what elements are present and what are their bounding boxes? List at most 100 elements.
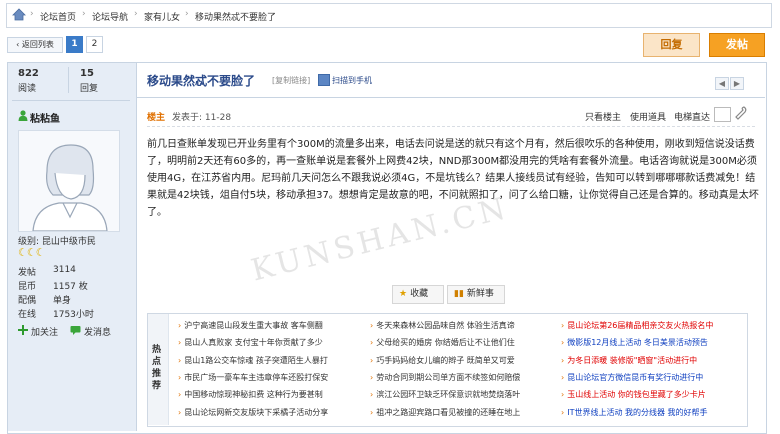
hot-link-1-4[interactable]: › 市民广场一豪车车主违章停车还殴打保安 [178,372,366,383]
bullet-arrow-icon: › [370,390,374,400]
bullet-arrow-icon: › [561,321,565,330]
copy-link[interactable]: [复制链接] [272,75,310,86]
bullet-arrow-icon: › [178,321,182,330]
crumb-forum-nav[interactable]: 论坛导航 [92,10,128,23]
hot-link-text: 昆山论坛官方微信昆币有奖行动进行中 [567,372,704,382]
hot-link-3-5[interactable]: › 玉山线上活动 你的钱包里藏了多少卡片 [561,389,745,400]
hot-link-3-3[interactable]: › 为冬日添暖 装修版"晒窗"活动进行中 [561,355,745,366]
hot-link-text: 父母给买的婚房 你结婚后让不让他们住 [376,338,515,348]
floor-number-input[interactable] [714,107,731,122]
bullet-arrow-icon: › [178,355,182,365]
info-label-coins: 昆币 [18,282,37,292]
hot-link-2-1[interactable]: › 冬天来森林公园品味自然 体验生活真谛 [370,320,558,331]
hot-link-2-2[interactable]: › 父母给买的婚房 你结婚后让不让他们住 [370,337,558,348]
online-user-icon [18,110,28,121]
crumb-sep: › [185,9,189,19]
hot-link-text: 昆山论坛网新交友版块下采橘子活动分享 [184,407,329,417]
home-icon[interactable] [12,8,26,21]
meta-divider [147,126,755,127]
info-value-online: 1753小时 [53,310,94,320]
hot-link-3-4[interactable]: › 昆山论坛官方微信昆币有奖行动进行中 [561,372,745,383]
author-name[interactable]: 粘粘鱼 [30,110,60,125]
info-value-posts: 3114 [53,265,76,275]
reply-button[interactable]: 回复 [643,33,700,57]
info-value-coins: 1157 枚 [53,282,88,292]
hot-link-text: 昆山论坛第26届精品相亲交友火热报名中 [567,321,714,330]
hot-link-text: IT世界线上活动 我的分线器 我的好帮手 [567,407,708,417]
bullet-arrow-icon: › [370,407,374,417]
hot-link-text: 玉山线上活动 你的钱包里藏了多少卡片 [567,390,706,400]
hot-link-text: 劳动合同到期公司单方面不续签如何赔偿 [376,372,521,382]
message-icon [70,325,81,335]
new-post-button[interactable]: 发帖 [709,33,765,57]
bullet-arrow-icon: › [561,407,565,417]
floor-label: 楼主 [147,113,166,123]
page-1-button[interactable]: 1 [66,36,83,53]
bullet-arrow-icon: › [178,372,182,382]
bullet-arrow-icon: › [370,355,374,365]
use-tool-link[interactable]: 使用道具 [630,110,666,123]
hot-link-1-2[interactable]: › 昆山人真败家 支付宝十年你贡献了多少 [178,337,366,348]
hot-link-1-3[interactable]: › 昆山1路公交车惊魂 孩子突遭陌生人暴打 [178,355,366,366]
hot-link-1-5[interactable]: › 中国移动惊现神秘扣费 这种行为要甚制 [178,389,366,400]
qr-code-icon[interactable] [318,74,330,86]
hot-link-2-6[interactable]: › 祖冲之路迎宾路口看见被撞的还睡在地上 [370,407,558,418]
back-to-list-button[interactable]: ‹ 返回列表 [7,37,63,53]
only-op-link[interactable]: 只看楼主 [585,110,621,123]
views-count: 822 [18,68,39,79]
bullet-arrow-icon: › [561,338,565,348]
crumb-board[interactable]: 家有儿女 [144,10,180,23]
wrench-icon[interactable] [735,106,747,120]
goto-floor-label: 电梯直达 [674,113,711,123]
hot-link-2-5[interactable]: › 滨江公园环卫缺乏环保意识就地焚烧落叶 [370,389,558,400]
news-button[interactable]: ▮▮ 新鲜事 [447,285,505,304]
sidebar-divider [12,100,130,101]
hot-link-1-1[interactable]: › 沪宁高速昆山段发生重大事故 客车侧翻 [178,320,366,331]
star-icon: ★ [399,289,408,299]
hot-link-text: 巧手妈妈给女儿编的辫子 既简单又可爱 [376,355,515,365]
level-moons-icon: ☾☾☾ [18,246,46,259]
hot-link-text: 祖冲之路迎宾路口看见被撞的还睡在地上 [376,407,521,417]
info-label-online: 在线 [18,310,37,320]
plus-icon [18,325,28,335]
crumb-sep: › [82,9,86,19]
hot-link-text: 中国移动惊现神秘扣费 这种行为要甚制 [184,390,323,400]
crumb-current: 移动果然忒不要脸了 [195,13,277,23]
post-title: 移动果然忒不要脸了 [147,74,256,88]
page-2-button[interactable]: 2 [86,36,103,53]
next-thread-icon[interactable]: ▶ [730,77,744,90]
bullet-arrow-icon: › [178,338,182,348]
breadcrumb: › 论坛首页 › 论坛导航 › 家有儿女 › 移动果然忒不要脸了 [6,3,772,28]
hot-link-3-1[interactable]: › 昆山论坛第26届精品相亲交友火热报名中 [561,320,745,331]
collect-button[interactable]: ★ 收藏 [392,285,444,304]
crumb-sep: › [30,9,34,19]
bullet-arrow-icon: › [561,355,565,365]
hot-link-text: 为冬日添暖 装修版"晒窗"活动进行中 [567,355,698,365]
prev-thread-icon[interactable]: ◀ [715,77,729,90]
hot-link-text: 沪宁高速昆山段发生重大事故 客车侧翻 [184,321,323,330]
hot-recommend-label: 热点推荐 [152,345,162,391]
info-label-posts: 发帖 [18,268,37,278]
bullet-arrow-icon: › [561,390,565,400]
hot-link-text: 滨江公园环卫缺乏环保意识就地焚烧落叶 [376,390,521,400]
bullet-arrow-icon: › [178,390,182,400]
hot-link-2-3[interactable]: › 巧手妈妈给女儿编的辫子 既简单又可爱 [370,355,558,366]
hot-recommend-label-cell: 热点推荐 [148,314,169,425]
views-label: 阅读 [18,84,37,94]
hot-link-text: 冬天来森林公园品味自然 体验生活真谛 [376,321,515,330]
bullet-arrow-icon: › [561,372,565,382]
hot-link-1-6[interactable]: › 昆山论坛网新交友版块下采橘子活动分享 [178,407,366,418]
avatar[interactable] [18,130,120,232]
hot-link-2-4[interactable]: › 劳动合同到期公司单方面不续签如何赔偿 [370,372,558,383]
replies-count: 15 [80,68,94,79]
crumb-forum-home[interactable]: 论坛首页 [40,10,76,23]
hot-link-3-6[interactable]: › IT世界线上活动 我的分线器 我的好帮手 [561,407,745,418]
hot-link-text: 昆山1路公交车惊魂 孩子突遭陌生人暴打 [184,355,328,365]
add-follow-link[interactable]: 加关注 [31,325,58,338]
scan-to-mobile-link[interactable]: 扫描到手机 [332,75,372,86]
info-label-spouse: 配偶 [18,296,37,306]
send-message-link[interactable]: 发消息 [84,325,111,338]
bullet-arrow-icon: › [178,407,182,417]
hot-link-3-2[interactable]: › 微影版12月线上活动 冬日美景活动预告 [561,337,745,348]
post-time: 发表于: 11-28 [172,113,232,123]
